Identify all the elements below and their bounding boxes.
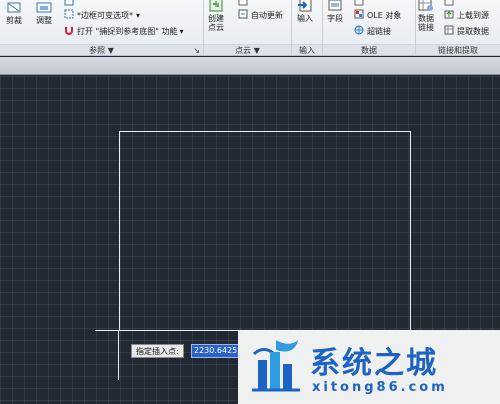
chevron-down-icon: ▾ [179, 26, 184, 36]
adjust-icon [36, 2, 52, 16]
adjust-button[interactable]: 调整 [36, 2, 52, 25]
pointcloud-top-row[interactable] [238, 0, 251, 8]
import-button[interactable]: 输入 [297, 0, 313, 23]
chevron-down-icon: ▼ [253, 46, 260, 55]
frame-toggle-dropdown[interactable]: *边框可变选项* ▾ [64, 9, 140, 21]
watermark-url: xitong86.com [312, 380, 448, 395]
ole-label: OLE 对象 [367, 10, 402, 20]
refresh-icon [238, 9, 248, 21]
frame-icon [64, 9, 74, 21]
scissors-icon [7, 2, 21, 16]
drawn-rectangle[interactable] [119, 131, 411, 331]
panel-title-link-extract-text: 链接和提取 [438, 46, 478, 55]
crosshair-vertical [118, 330, 119, 380]
panel-title-reference-text: 参照 [89, 46, 106, 55]
data-link-button[interactable]: 数据 链接 [418, 0, 434, 32]
upload-icon [444, 9, 454, 21]
extract-icon [444, 25, 454, 37]
layer-icon [64, 0, 74, 8]
panel-title-reference[interactable]: 参照 ▼ ↘ [0, 44, 203, 55]
coordinate-input[interactable]: 2230.6425 [191, 344, 239, 358]
import-icon [297, 0, 313, 14]
magnet-icon [64, 25, 74, 37]
data-link-label: 数据 [418, 14, 434, 23]
upload-label: 上载到源 [457, 10, 489, 20]
cut-button[interactable]: 剪裁 [6, 2, 22, 25]
panel-title-data: 数据 [323, 44, 415, 55]
create-pointcloud-button[interactable]: 创建 点云 [208, 0, 224, 32]
panel-title-import: 输入 [292, 44, 322, 55]
reference-top-row[interactable] [64, 0, 77, 8]
cut-label: 剪裁 [6, 16, 22, 25]
panel-title-import-text: 输入 [299, 46, 315, 55]
pointcloud-icon [208, 0, 224, 14]
field-button[interactable]: 字段 [327, 0, 343, 23]
create-label: 创建 [208, 14, 224, 23]
snap-to-underlay-button[interactable]: 打开 "捕捉到参考底图" 功能 ▾ [64, 25, 183, 37]
panel-title-pointcloud[interactable]: 点云 ▼ [204, 44, 291, 55]
upload-to-source-button[interactable]: 上载到源 [444, 9, 489, 21]
panel-title-link-extract: 链接和提取 [416, 44, 500, 55]
auto-update-button[interactable]: 自动更新 [238, 9, 283, 21]
panel-import: 输入 输入 [292, 0, 323, 55]
ribbon: 剪裁 调整 *边框可变选项* ▾ 打开 "捕捉到参考底图" 功能 ▾ 参照 ▼ … [0, 0, 500, 56]
insertion-point-prompt: 指定插入点: [131, 344, 184, 358]
link-small-icon [444, 0, 454, 8]
chevron-down-icon: ▼ [107, 46, 114, 55]
panel-data: 字段 OLE 对象 超链接 数据 [323, 0, 416, 55]
ole-icon [354, 9, 364, 21]
data-link-label2: 链接 [418, 23, 434, 32]
field-label: 字段 [327, 14, 343, 23]
data-link-icon [418, 0, 434, 14]
snap-label: 打开 "捕捉到参考底图" 功能 [77, 26, 178, 36]
import-label: 输入 [297, 14, 313, 23]
create-label2: 点云 [208, 23, 224, 32]
panel-pointcloud: 创建 点云 自动更新 点云 ▼ [204, 0, 292, 55]
panel-link-extract: 数据 链接 上载到源 提取数据 链接和提取 [416, 0, 500, 55]
link-top-row[interactable] [444, 0, 457, 8]
globe-icon [354, 25, 364, 37]
extract-label: 提取数据 [457, 26, 489, 36]
pointcloud-small-icon [238, 0, 248, 8]
table-small-icon [354, 0, 364, 8]
chevron-down-icon: ▾ [136, 10, 141, 20]
extract-data-button[interactable]: 提取数据 [444, 25, 489, 37]
crosshair-horizontal [95, 330, 225, 331]
adjust-label: 调整 [36, 16, 52, 25]
data-top-row[interactable] [354, 0, 367, 8]
panel-reference: 剪裁 调整 *边框可变选项* ▾ 打开 "捕捉到参考底图" 功能 ▾ 参照 ▼ … [0, 0, 204, 55]
auto-update-label: 自动更新 [251, 10, 283, 20]
ole-object-button[interactable]: OLE 对象 [354, 9, 401, 21]
panel-title-pointcloud-text: 点云 [235, 46, 252, 55]
city-logo-icon [248, 336, 304, 400]
field-icon [327, 0, 343, 14]
file-tab-strip [0, 57, 500, 75]
hyperlink-label: 超链接 [367, 26, 391, 36]
panel-title-data-text: 数据 [361, 46, 377, 55]
hyperlink-button[interactable]: 超链接 [354, 25, 391, 37]
watermark-title: 系统之城 [310, 346, 438, 381]
frame-toggle-label: *边框可变选项* [77, 10, 133, 20]
launcher-icon[interactable]: ↘ [193, 45, 200, 55]
watermark: 系统之城 xitong86.com [238, 330, 500, 404]
